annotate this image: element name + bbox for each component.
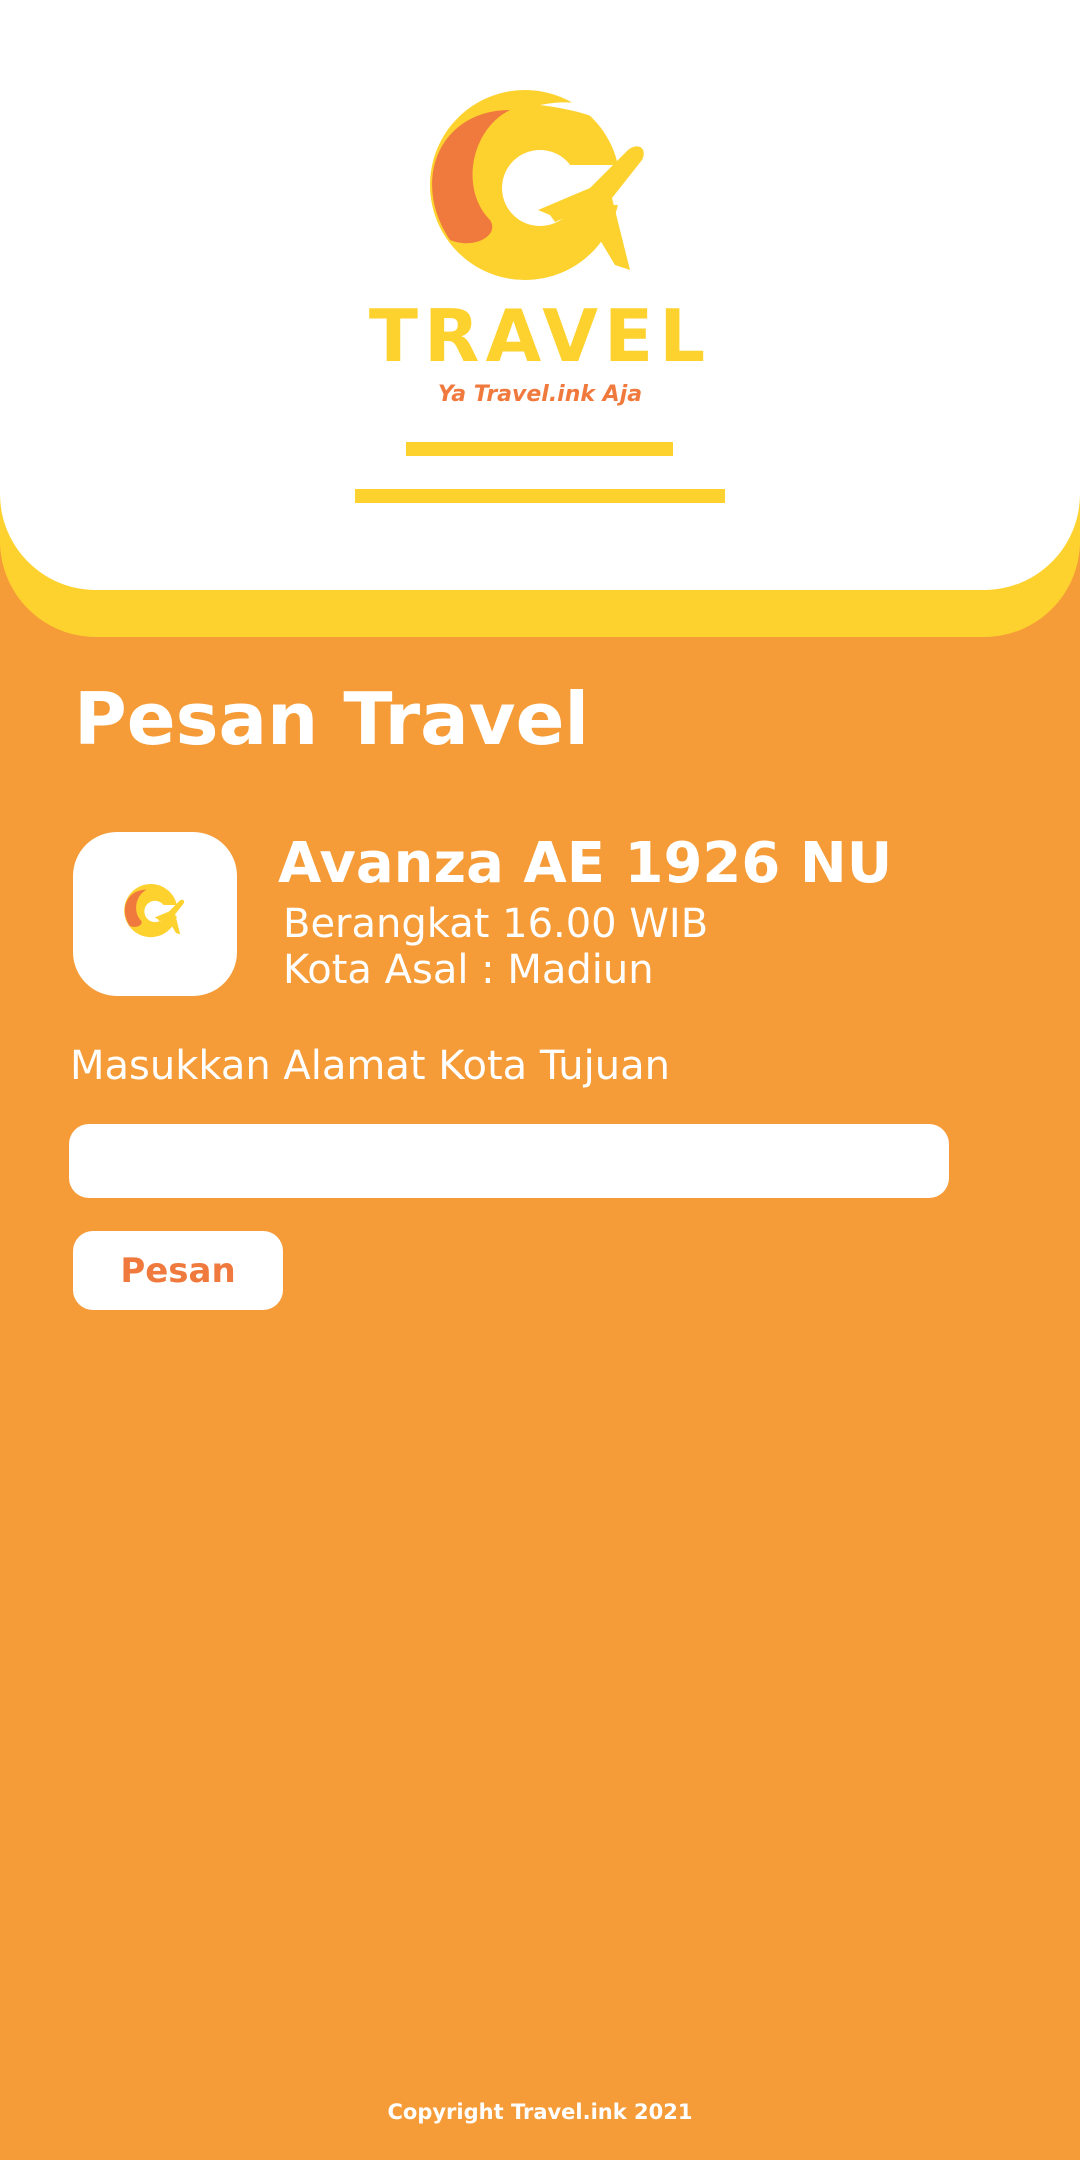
page-title: Pesan Travel	[74, 677, 590, 761]
destination-label: Masukkan Alamat Kota Tujuan	[70, 1043, 670, 1089]
decorative-divider-long	[355, 489, 725, 503]
brand-name: TRAVEL	[368, 294, 712, 378]
destination-input[interactable]	[69, 1124, 949, 1198]
brand-tagline: Ya Travel.ink Aja	[437, 382, 643, 407]
origin-city: Kota Asal : Madiun	[283, 947, 654, 993]
departure-time: Berangkat 16.00 WIB	[283, 901, 709, 947]
pesan-button[interactable]: Pesan	[73, 1231, 283, 1310]
decorative-divider-short	[406, 442, 673, 456]
travel-logo-small-icon	[124, 884, 185, 938]
vehicle-name: Avanza AE 1926 NU	[278, 831, 893, 896]
header-card: TRAVEL Ya Travel.ink Aja	[0, 0, 1080, 590]
travel-logo-icon	[430, 90, 645, 280]
footer-copyright: Copyright Travel.ink 2021	[387, 2100, 693, 2124]
vehicle-avatar	[73, 832, 237, 996]
